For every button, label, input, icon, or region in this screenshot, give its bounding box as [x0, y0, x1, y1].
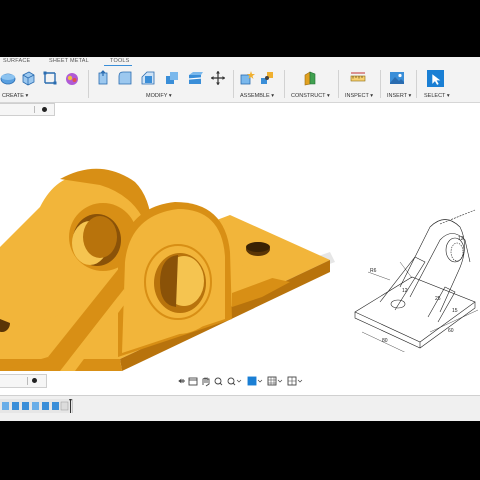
timeline-strip: [0, 399, 73, 413]
separator: [233, 70, 234, 98]
select-menu[interactable]: SELECT ▾: [424, 93, 450, 99]
dim-r6: R6: [370, 268, 377, 274]
pan-icon[interactable]: [202, 377, 210, 387]
fusion-window: SURFACE SHEET METAL TOOLS CREATE ▾ MODIF…: [0, 57, 480, 421]
press-pull-icon[interactable]: [95, 70, 111, 86]
timeline-features: [2, 399, 72, 413]
viewports-icon[interactable]: [287, 376, 303, 386]
split-body-icon[interactable]: [187, 70, 203, 86]
modify-menu[interactable]: MODIFY ▾: [146, 93, 172, 99]
feature-extrude-icon[interactable]: [42, 402, 49, 410]
pillow-block-model[interactable]: [0, 113, 340, 375]
separator: [88, 70, 89, 98]
feature-extrude-icon[interactable]: [22, 402, 29, 410]
move-icon[interactable]: [210, 70, 226, 86]
construct-dropdown-icon: ▾: [326, 93, 330, 99]
toolbar: SURFACE SHEET METAL TOOLS CREATE ▾ MODIF…: [0, 57, 480, 103]
tab-tools[interactable]: TOOLS: [110, 58, 130, 64]
dim-12: 12: [402, 288, 408, 294]
separator: [338, 70, 339, 98]
measure-icon[interactable]: [350, 70, 366, 86]
inspect-label: INSPECT: [345, 93, 369, 99]
create-menu[interactable]: CREATE ▾: [2, 93, 28, 99]
box-icon[interactable]: [20, 70, 36, 86]
feature-sketch-icon[interactable]: [32, 402, 39, 410]
look-at-icon[interactable]: [188, 377, 198, 386]
create-dropdown-icon: ▾: [25, 93, 29, 99]
joint-icon[interactable]: [259, 70, 275, 86]
timeline-marker[interactable]: [70, 400, 71, 413]
separator: [284, 70, 285, 98]
insert-menu[interactable]: INSERT ▾: [387, 93, 411, 99]
construct-menu[interactable]: CONSTRUCT ▾: [291, 93, 330, 99]
comments-options-icon[interactable]: [32, 378, 37, 383]
inspect-menu[interactable]: INSPECT ▾: [345, 93, 373, 99]
tab-surface[interactable]: SURFACE: [3, 58, 30, 64]
create-label: CREATE: [2, 93, 24, 99]
assemble-menu[interactable]: ASSEMBLE ▾: [240, 93, 274, 99]
fit-icon[interactable]: [227, 377, 242, 386]
panel-options-icon[interactable]: [42, 107, 47, 112]
chamfer-icon[interactable]: [140, 70, 156, 86]
new-component-icon[interactable]: [239, 70, 255, 86]
select-icon[interactable]: [427, 70, 444, 87]
dim-60: 60: [448, 328, 454, 334]
assemble-dropdown-icon: ▾: [271, 93, 274, 99]
zoom-icon[interactable]: [214, 377, 223, 386]
assemble-label: ASSEMBLE: [240, 93, 270, 99]
separator: [380, 70, 381, 98]
timeline: [0, 395, 480, 421]
revolve-icon[interactable]: [0, 70, 16, 86]
insert-label: INSERT: [387, 93, 407, 99]
dim-15: 15: [452, 308, 458, 314]
offset-plane-icon[interactable]: [302, 70, 318, 86]
comments-panel-header[interactable]: [0, 374, 47, 388]
modify-dropdown-icon: ▾: [168, 93, 172, 99]
construct-label: CONSTRUCT: [291, 93, 326, 99]
insert-derive-icon[interactable]: [64, 70, 80, 86]
feature-sketch-icon[interactable]: [2, 402, 9, 410]
inspect-dropdown-icon: ▾: [370, 93, 374, 99]
select-dropdown-icon: ▾: [446, 93, 450, 99]
dim-12b: 12: [458, 236, 464, 242]
navigation-bar: [178, 376, 303, 387]
dim-25: 25: [435, 296, 441, 302]
tab-sheet-metal[interactable]: SHEET METAL: [49, 58, 89, 64]
reference-drawing: R6 25 15 12 60 80 12: [354, 209, 479, 352]
fillet-icon[interactable]: [117, 70, 133, 86]
divider: [27, 377, 28, 385]
feature-hole-icon[interactable]: [52, 402, 59, 410]
insert-image-icon[interactable]: [389, 70, 405, 86]
display-settings-icon[interactable]: [247, 376, 263, 386]
insert-dropdown-icon: ▾: [408, 93, 412, 99]
feature-extrude-icon[interactable]: [12, 402, 19, 410]
form-icon[interactable]: [42, 70, 58, 86]
video-frame: { "toolbar": { "tabs": { "surface": "SUR…: [0, 0, 480, 480]
toolbar-tabs: SURFACE SHEET METAL TOOLS: [0, 57, 480, 66]
feature-fillet-icon[interactable]: [60, 401, 69, 411]
grid-icon[interactable]: [267, 376, 283, 386]
dim-80: 80: [382, 338, 388, 344]
orbit-icon[interactable]: [178, 378, 185, 384]
active-tab-indicator: [104, 65, 132, 66]
combine-icon[interactable]: [164, 70, 180, 86]
separator: [416, 70, 417, 98]
divider: [34, 106, 35, 113]
select-label: SELECT: [424, 93, 446, 99]
modify-label: MODIFY: [146, 93, 168, 99]
